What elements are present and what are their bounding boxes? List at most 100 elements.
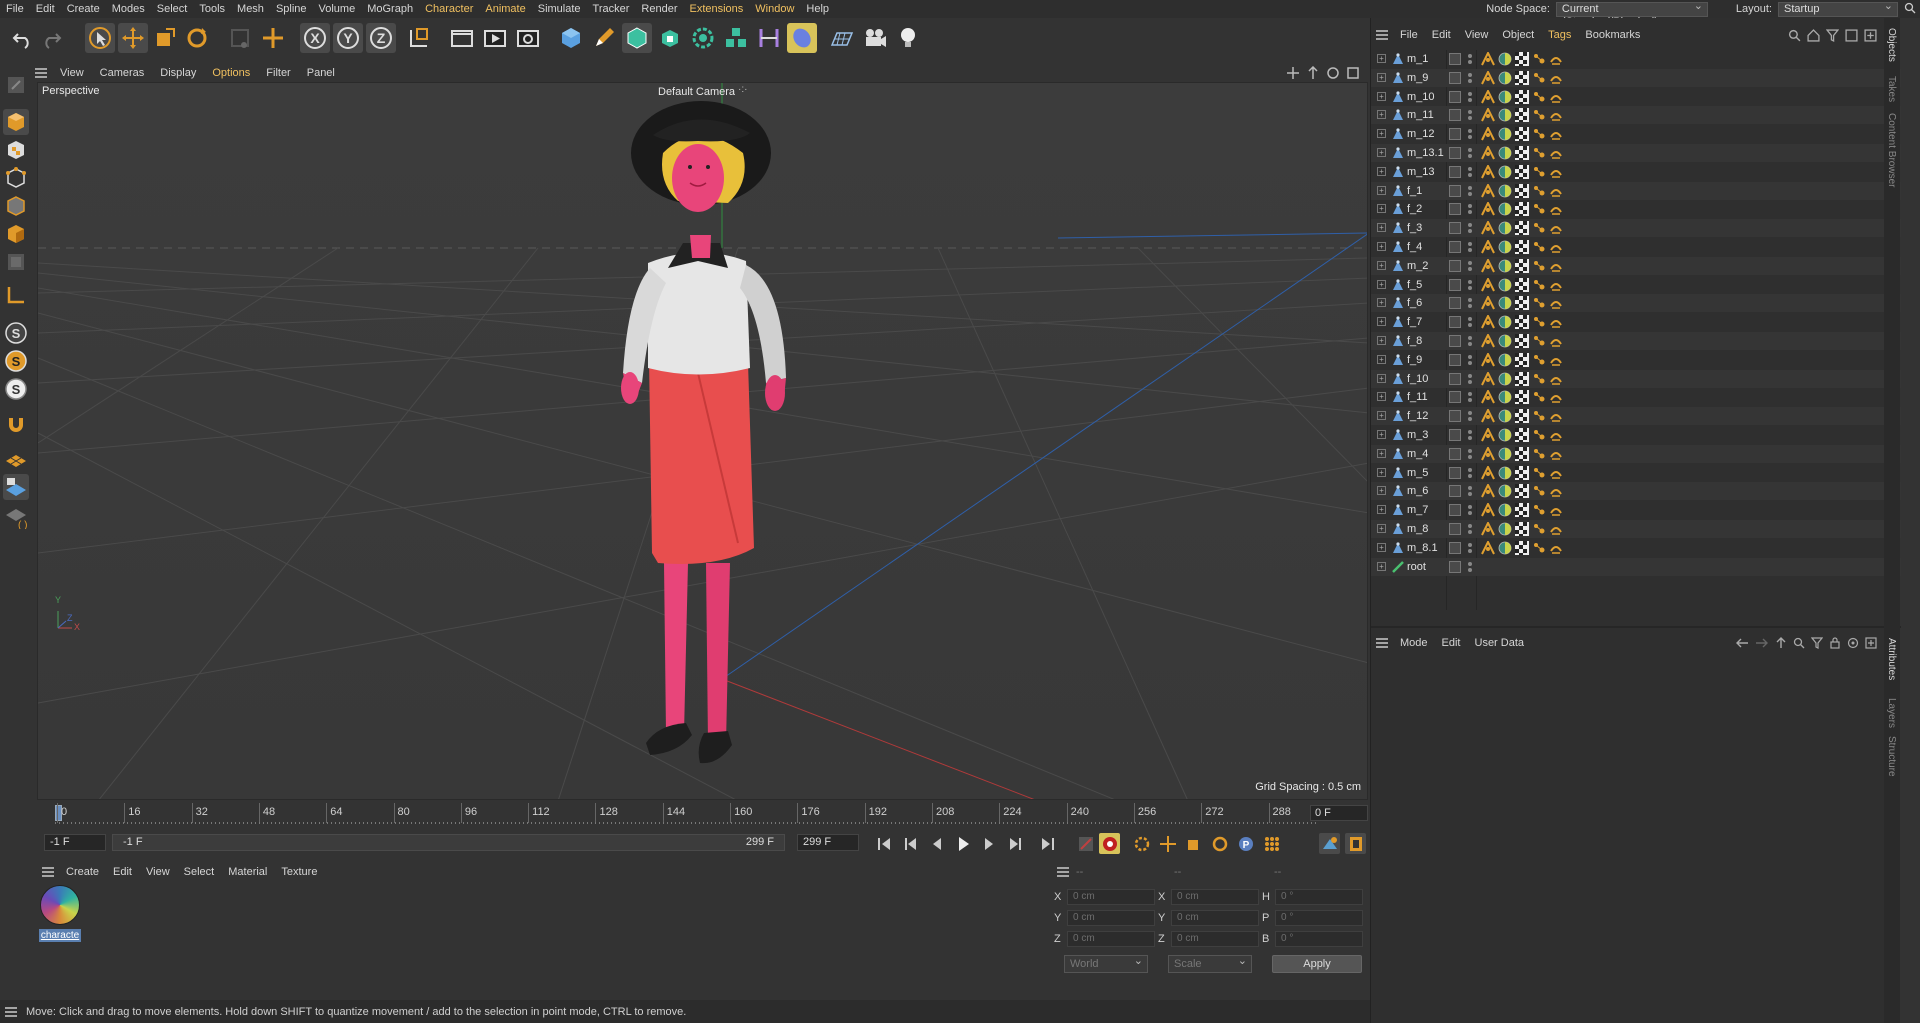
light-icon[interactable] <box>893 23 923 53</box>
phong-tag-icon[interactable] <box>1481 88 1495 104</box>
render-visibility-dots[interactable] <box>1467 466 1473 480</box>
render-visibility-dots[interactable] <box>1467 503 1473 517</box>
menu-select[interactable]: Select <box>151 0 194 18</box>
uvw-tag-icon[interactable] <box>1515 540 1529 555</box>
preview-end-field[interactable]: 299 F <box>797 834 859 851</box>
phong-tag-icon[interactable] <box>1481 332 1495 348</box>
dolly-view-icon[interactable] <box>1306 66 1320 80</box>
menu-edit[interactable]: Edit <box>30 0 61 18</box>
render-visibility-dots[interactable] <box>1467 560 1473 574</box>
skin-tag-icon[interactable] <box>1549 466 1563 480</box>
expand-toggle[interactable]: + <box>1377 279 1386 289</box>
weight-tag-icon[interactable] <box>1532 127 1546 141</box>
render-visibility-dots[interactable] <box>1467 259 1473 273</box>
object-name[interactable]: f_12 <box>1407 410 1428 422</box>
material-tag-icon[interactable] <box>1498 202 1512 216</box>
skin-tag-icon[interactable] <box>1549 127 1563 141</box>
planar-workplane-icon[interactable]: ( ) <box>3 504 29 530</box>
uvw-tag-icon[interactable] <box>1515 428 1529 442</box>
object-name[interactable]: f_10 <box>1407 373 1428 385</box>
editor-visibility-toggle[interactable] <box>1449 410 1461 423</box>
phong-tag-icon[interactable] <box>1481 107 1495 122</box>
weight-tag-icon[interactable] <box>1532 221 1546 235</box>
weight-tag-icon[interactable] <box>1532 522 1546 536</box>
model-mode-icon[interactable] <box>3 109 29 135</box>
skin-tag-icon[interactable] <box>1549 541 1563 555</box>
size-z-field[interactable]: 0 cm <box>1171 931 1259 947</box>
object-row[interactable]: + m_5 <box>1371 464 1901 482</box>
uvw-tag-icon[interactable] <box>1515 52 1529 66</box>
phong-tag-icon[interactable] <box>1481 501 1495 517</box>
menu-animate[interactable]: Animate <box>479 0 531 18</box>
material-tag-icon[interactable] <box>1498 315 1512 329</box>
uvw-tag-icon[interactable] <box>1515 108 1529 123</box>
uvw-tag-icon[interactable] <box>1515 352 1529 367</box>
film-strip-icon[interactable] <box>1345 833 1366 854</box>
uvw-tag-icon[interactable] <box>1515 315 1529 330</box>
object-row[interactable]: + root <box>1371 557 1901 576</box>
skin-tag-icon[interactable] <box>1549 296 1563 310</box>
object-name[interactable]: m_5 <box>1407 467 1428 479</box>
material-name[interactable]: characte <box>39 929 81 942</box>
weight-tag-icon[interactable] <box>1532 353 1546 367</box>
weight-tag-icon[interactable] <box>1532 52 1546 66</box>
add-object-icon[interactable] <box>258 23 288 53</box>
skin-tag-icon[interactable] <box>1549 90 1563 104</box>
object-row[interactable]: + m_9 <box>1371 68 1901 87</box>
render-visibility-dots[interactable] <box>1467 127 1473 141</box>
back-arrow-icon[interactable] <box>1735 637 1749 649</box>
skin-tag-icon[interactable] <box>1549 202 1563 216</box>
rotate-tool-icon[interactable] <box>182 23 212 53</box>
viewport-menu-filter[interactable]: Filter <box>258 67 298 79</box>
object-menu-file[interactable]: File <box>1393 29 1425 41</box>
size-mode-dropdown[interactable]: Scale <box>1168 953 1252 973</box>
key-position-icon[interactable] <box>1157 833 1178 854</box>
new-view-icon[interactable] <box>1864 29 1877 42</box>
object-row[interactable]: + m_8.1 <box>1371 539 1901 557</box>
object-row[interactable]: + f_6 <box>1371 294 1901 313</box>
z-axis-lock-icon[interactable]: Z <box>366 23 396 53</box>
material-tag-icon[interactable] <box>1498 221 1512 235</box>
editor-visibility-toggle[interactable] <box>1449 504 1461 517</box>
object-row[interactable]: + f_7 <box>1371 313 1901 331</box>
render-visibility-dots[interactable] <box>1467 372 1473 386</box>
forward-arrow-icon[interactable] <box>1755 637 1769 649</box>
editor-visibility-toggle[interactable] <box>1449 316 1461 329</box>
object-menu-object[interactable]: Object <box>1495 29 1541 41</box>
uvw-tag-icon[interactable] <box>1515 446 1529 461</box>
object-row[interactable]: + m_6 <box>1371 482 1901 501</box>
key-point-level-icon[interactable] <box>1261 833 1282 854</box>
snap-settings-icon[interactable]: S <box>3 376 29 402</box>
search-icon[interactable] <box>1793 637 1805 649</box>
phong-tag-icon[interactable] <box>1481 50 1495 66</box>
material-tag-icon[interactable] <box>1498 390 1512 404</box>
editor-visibility-toggle[interactable] <box>1449 447 1461 460</box>
viewport-menu-display[interactable]: Display <box>152 67 204 79</box>
object-name[interactable]: m_3 <box>1407 429 1428 441</box>
deformer-icon[interactable] <box>754 23 784 53</box>
skin-tag-icon[interactable] <box>1549 503 1563 517</box>
weight-tag-icon[interactable] <box>1532 146 1546 160</box>
mograph-icon[interactable] <box>721 23 751 53</box>
object-row[interactable]: + f_5 <box>1371 276 1901 294</box>
menu-tools[interactable]: Tools <box>193 0 231 18</box>
go-to-start-icon[interactable] <box>873 833 894 854</box>
expand-toggle[interactable]: + <box>1377 486 1386 496</box>
object-row[interactable]: + m_7 <box>1371 501 1901 519</box>
skin-tag-icon[interactable] <box>1549 52 1563 66</box>
phong-tag-icon[interactable] <box>1481 125 1495 141</box>
subdivision-icon[interactable] <box>622 23 652 53</box>
record-inactive-icon[interactable] <box>1075 833 1096 854</box>
expand-toggle[interactable]: + <box>1377 430 1386 439</box>
editor-visibility-toggle[interactable] <box>1449 335 1461 347</box>
phong-tag-icon[interactable] <box>1481 313 1495 329</box>
material-swatch[interactable] <box>40 885 80 925</box>
uvw-tag-icon[interactable] <box>1515 183 1529 198</box>
object-menu-edit[interactable]: Edit <box>1425 29 1458 41</box>
expand-toggle[interactable]: + <box>1377 336 1386 345</box>
editor-visibility-toggle[interactable] <box>1449 372 1461 385</box>
material-tag-icon[interactable] <box>1498 409 1512 423</box>
phong-tag-icon[interactable] <box>1481 257 1495 273</box>
size-y-field[interactable]: 0 cm <box>1171 910 1259 926</box>
expand-toggle[interactable]: + <box>1377 91 1386 101</box>
